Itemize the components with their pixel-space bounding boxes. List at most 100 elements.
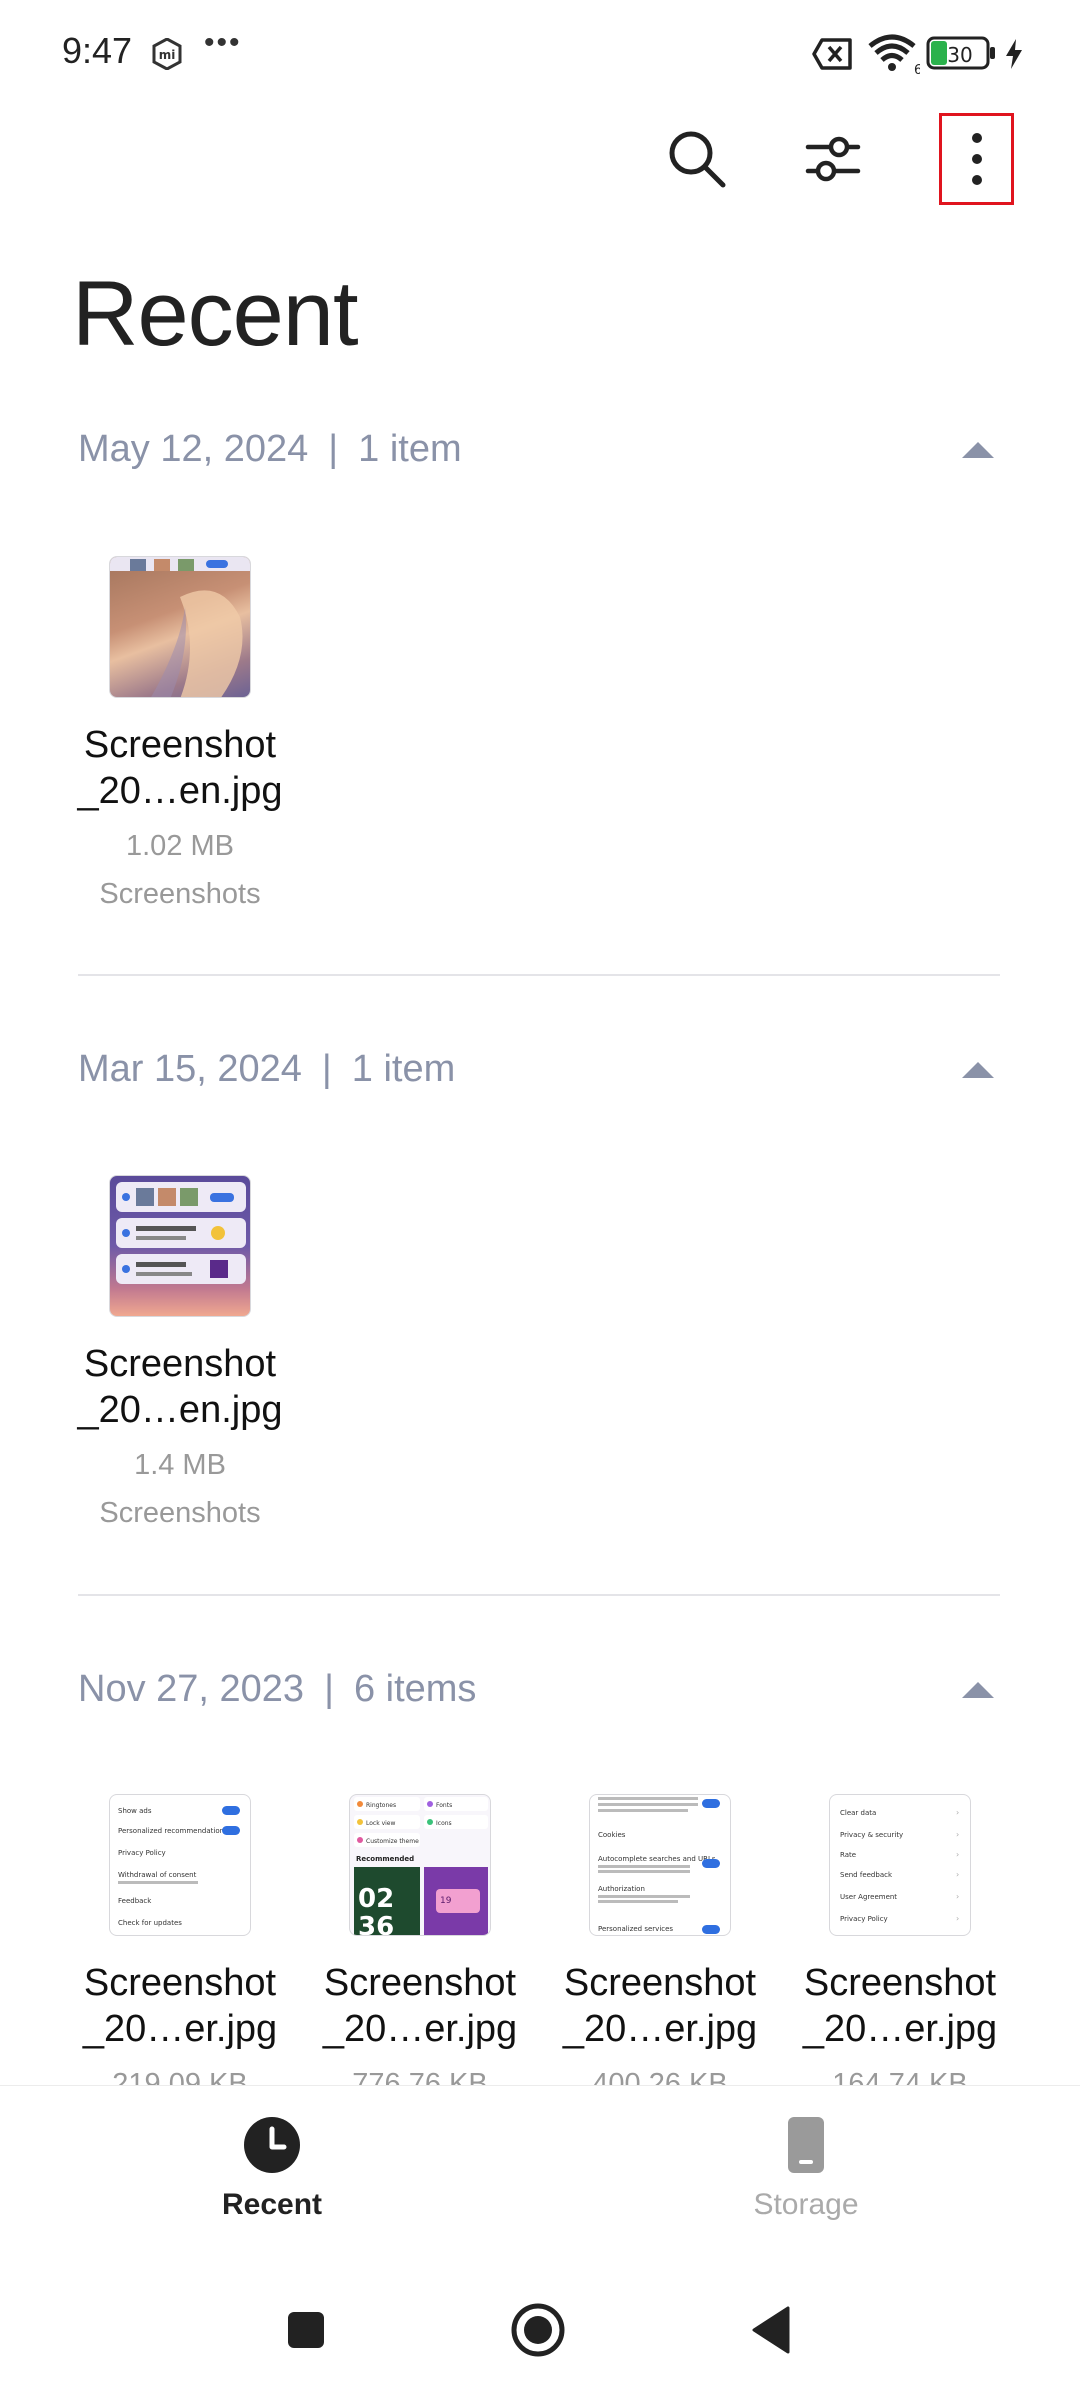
phone-storage-icon xyxy=(777,2116,835,2174)
svg-text:Rate: Rate xyxy=(840,1851,856,1859)
mi-icon: mi xyxy=(152,37,182,75)
wifi-badge: 6 xyxy=(914,63,920,74)
back-triangle-icon xyxy=(752,2306,790,2354)
section-count: 1 item xyxy=(351,1048,456,1090)
section-divider xyxy=(78,974,1000,976)
clock-icon xyxy=(243,2116,301,2174)
svg-text:Show ads: Show ads xyxy=(118,1807,152,1815)
svg-text:Personalized recommendations: Personalized recommendations xyxy=(118,1827,228,1835)
svg-text:›: › xyxy=(956,1914,959,1923)
svg-text:Withdrawal of consent: Withdrawal of consent xyxy=(118,1871,197,1879)
sim-off-icon xyxy=(812,38,854,75)
section-header-label: May 12, 2024 | 1 item xyxy=(78,428,462,470)
collapse-section-button[interactable] xyxy=(948,1040,1008,1100)
file-item[interactable]: Clear data Privacy & security Rate Send … xyxy=(790,1794,1010,2102)
nav-storage[interactable]: Storage xyxy=(676,2116,936,2222)
svg-text:›: › xyxy=(956,1892,959,1901)
file-name: Screenshot _20…er.jpg xyxy=(562,1962,758,2050)
section-count: 6 items xyxy=(353,1668,477,1710)
file-folder: Screenshots xyxy=(99,878,261,910)
svg-text:Lock view: Lock view xyxy=(366,1820,395,1827)
svg-text:›: › xyxy=(956,1808,959,1817)
file-thumbnail xyxy=(109,556,251,698)
file-item[interactable]: Ringtones Fonts Lock view Icons Customiz… xyxy=(310,1794,530,2102)
search-icon xyxy=(669,131,726,188)
svg-text:mi: mi xyxy=(159,48,176,62)
svg-text:19: 19 xyxy=(440,1896,452,1906)
file-folder: Screenshots xyxy=(99,1497,261,1529)
file-item[interactable]: Screenshot _20…en.jpg 1.02 MB Screenshot… xyxy=(70,556,290,912)
filter-icon xyxy=(805,136,861,182)
recents-button[interactable] xyxy=(286,2310,326,2355)
chevron-up-icon xyxy=(962,1062,994,1078)
more-vert-icon xyxy=(971,133,982,185)
svg-text:36: 36 xyxy=(358,1912,394,1936)
svg-text:Privacy Policy: Privacy Policy xyxy=(118,1849,166,1857)
nav-label: Recent xyxy=(221,2188,323,2221)
filter-button[interactable] xyxy=(796,122,870,196)
file-thumbnail xyxy=(109,1175,251,1317)
svg-text:User Agreement: User Agreement xyxy=(840,1893,897,1901)
svg-text:Personalized services: Personalized services xyxy=(598,1925,673,1933)
file-name: Screenshot _20…er.jpg xyxy=(802,1962,998,2050)
battery-level: 30 xyxy=(947,43,972,67)
system-nav-bar xyxy=(0,2250,1080,2400)
svg-text:Check for updates: Check for updates xyxy=(118,1919,182,1927)
search-button[interactable] xyxy=(660,122,734,196)
page-title: Recent xyxy=(72,263,358,365)
wifi-icon: 6 xyxy=(868,34,922,79)
section-header-label: Mar 15, 2024 | 1 item xyxy=(78,1048,456,1090)
section-header: May 12, 2024 | 1 item xyxy=(78,420,1008,480)
svg-text:Clear data: Clear data xyxy=(840,1809,876,1817)
collapse-section-button[interactable] xyxy=(948,420,1008,480)
more-options-button[interactable] xyxy=(939,113,1014,205)
section-date: Nov 27, 2023 xyxy=(78,1668,305,1710)
section-divider xyxy=(78,1594,1000,1596)
file-size: 1.02 MB xyxy=(126,830,234,862)
back-button[interactable] xyxy=(750,2306,792,2359)
recents-square-icon xyxy=(288,2312,324,2348)
section-header: Mar 15, 2024 | 1 item xyxy=(78,1040,1008,1100)
file-name: Screenshot _20…en.jpg xyxy=(77,724,283,812)
file-name: Screenshot _20…er.jpg xyxy=(322,1962,518,2050)
home-circle-icon xyxy=(511,2303,565,2357)
svg-text:›: › xyxy=(956,1850,959,1859)
chevron-up-icon xyxy=(962,1682,994,1698)
file-name: Screenshot _20…er.jpg xyxy=(82,1962,278,2050)
bottom-nav: Recent Storage xyxy=(0,2085,1080,2250)
status-time: 9:47 xyxy=(62,30,133,71)
home-button[interactable] xyxy=(510,2302,566,2363)
file-size: 1.4 MB xyxy=(134,1449,226,1481)
file-thumbnail: Ringtones Fonts Lock view Icons Customiz… xyxy=(349,1794,491,1936)
svg-text:Customize theme: Customize theme xyxy=(366,1838,419,1845)
svg-text:02: 02 xyxy=(358,1884,394,1914)
file-item[interactable]: Show ads Personalized recommendations Pr… xyxy=(70,1794,290,2102)
svg-text:Icons: Icons xyxy=(436,1820,452,1827)
svg-text:Fonts: Fonts xyxy=(436,1802,452,1809)
file-thumbnail: Cookies Autocomplete searches and URLs A… xyxy=(589,1794,731,1936)
svg-text:Autocomplete searches and URLs: Autocomplete searches and URLs xyxy=(598,1855,716,1863)
nav-label: Storage xyxy=(753,2188,859,2221)
svg-text:Authorization: Authorization xyxy=(598,1885,645,1893)
svg-text:Cookies: Cookies xyxy=(598,1831,626,1839)
battery-icon: 30 xyxy=(926,36,998,75)
section-date: May 12, 2024 xyxy=(78,428,309,470)
file-item[interactable]: Screenshot _20…en.jpg 1.4 MB Screenshots xyxy=(70,1175,290,1531)
svg-text:›: › xyxy=(956,1870,959,1879)
svg-text:Ringtones: Ringtones xyxy=(366,1802,396,1809)
nav-recent[interactable]: Recent xyxy=(142,2116,402,2222)
svg-text:Recommended: Recommended xyxy=(356,1855,414,1863)
more-status-icon: ••• xyxy=(204,26,242,59)
section-header: Nov 27, 2023 | 6 items xyxy=(78,1660,1008,1720)
svg-text:Privacy Policy: Privacy Policy xyxy=(840,1915,888,1923)
collapse-section-button[interactable] xyxy=(948,1660,1008,1720)
file-thumbnail: Clear data Privacy & security Rate Send … xyxy=(829,1794,971,1936)
chevron-up-icon xyxy=(962,442,994,458)
svg-text:Send feedback: Send feedback xyxy=(840,1871,893,1879)
status-bar: 9:47 mi ••• 6 30 xyxy=(0,0,1080,110)
file-thumbnail: Show ads Personalized recommendations Pr… xyxy=(109,1794,251,1936)
section-date: Mar 15, 2024 xyxy=(78,1048,302,1090)
file-item[interactable]: Cookies Autocomplete searches and URLs A… xyxy=(550,1794,770,2102)
svg-text:Feedback: Feedback xyxy=(118,1897,152,1905)
section-header-label: Nov 27, 2023 | 6 items xyxy=(78,1668,477,1710)
